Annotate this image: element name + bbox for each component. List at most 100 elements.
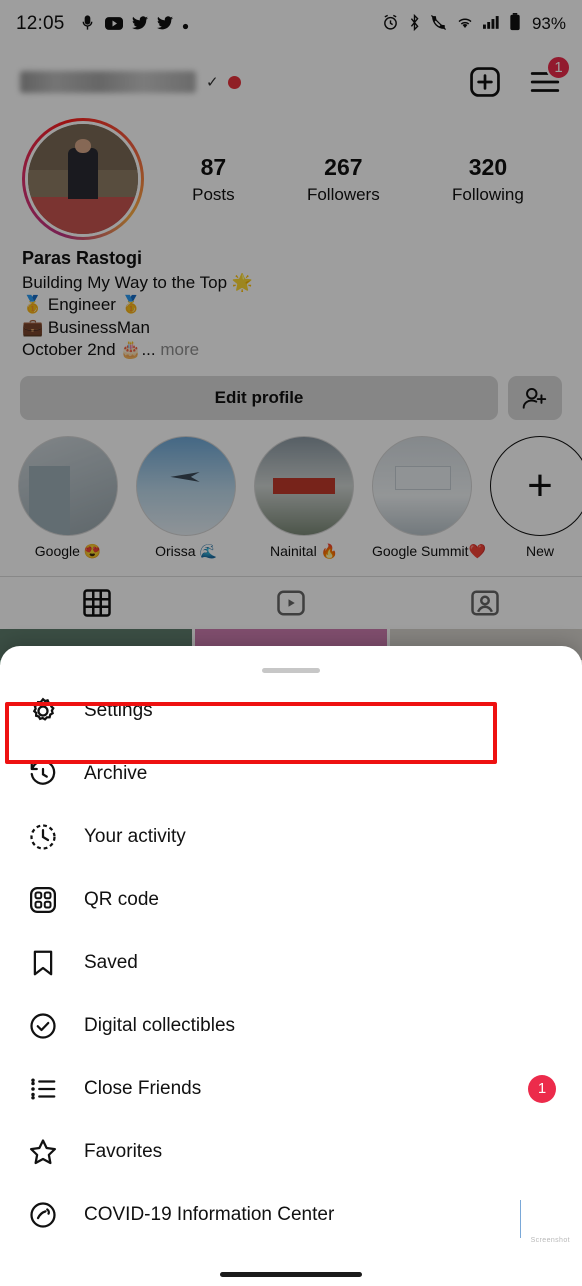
menu-label: COVID-19 Information Center [84,1203,335,1225]
bio-line-2: 🥇 Engineer 🥇 [22,295,142,315]
call-mute-icon [430,14,447,35]
menu-label: Favorites [84,1140,163,1162]
highlight-label: Google Summit❤️ [372,542,486,559]
status-bar: 12:05 93% [0,0,582,48]
profile-background: 12:05 93% ✓ 1 87 Posts 267 Followers 320… [0,0,582,665]
menu-item-settings[interactable]: Settings [0,679,582,742]
avatar-image [25,121,141,237]
close-friends-icon [24,1070,62,1108]
menu-label: Digital collectibles [84,1014,236,1036]
bio-more-link[interactable]: more [156,340,199,359]
highlight-label: Google 😍 [34,542,102,559]
menu-item-covid-information-center[interactable]: COVID-19 Information Center [0,1183,582,1246]
following-label: Following [452,184,524,204]
add-person-icon[interactable] [508,375,562,420]
menu-item-saved[interactable]: Saved [0,931,582,994]
battery-icon [509,13,521,35]
menu-label: Saved [84,951,138,973]
archive-clock-icon [24,755,62,793]
avatar[interactable] [22,118,144,240]
highlight-orissa[interactable]: Orissa 🌊 [136,435,236,560]
bio-line-3: 💼 BusinessMan [22,317,150,337]
home-indicator [220,1272,362,1277]
youtube-icon [104,15,123,34]
hamburger-badge: 1 [546,55,571,80]
bluetooth-icon [408,13,421,35]
story-highlights: Google 😍 Orissa 🌊 Nainital 🔥 Google Summ… [0,420,582,560]
watermark-text: Screenshot [530,1237,570,1244]
highlight-google[interactable]: Google 😍 [18,435,118,560]
highlight-cover [136,435,236,536]
wifi-icon [456,15,474,33]
plus-box-icon[interactable] [468,65,502,99]
podcast-icon [79,14,96,35]
followers-label: Followers [306,184,380,204]
plus-icon: + [490,435,582,536]
signal-icon [482,15,500,33]
hamburger-icon[interactable]: 1 [528,55,571,99]
display-name: Paras Rastogi [22,248,143,268]
following-count: 320 [468,153,508,180]
followers-count: 267 [324,153,363,180]
menu-item-digital-collectibles[interactable]: Digital collectibles [0,994,582,1057]
battery-percent: 93% [531,14,566,33]
menu-item-your-activity[interactable]: Your activity [0,805,582,868]
menu-label: Your activity [84,825,186,847]
bio-last-line: October 2nd 🎂... [22,340,156,360]
profile-tabs [0,575,582,629]
covid-info-icon [24,1196,62,1234]
digital-collectibles-icon [24,1007,62,1045]
highlight-nainital[interactable]: Nainital 🔥 [254,435,354,560]
tab-tagged[interactable] [388,577,582,629]
posts-count: 87 [200,153,227,180]
verified-tick: ✓ [206,74,219,91]
highlight-new[interactable]: + New [490,435,582,560]
status-left-icons [79,14,189,35]
settings-gear-icon [24,692,62,730]
menu-label: Close Friends [84,1077,202,1099]
highlight-cover [254,435,354,536]
bookmark-icon [24,944,62,982]
highlight-cover [372,435,472,536]
username-masked[interactable] [20,71,196,93]
menu-item-qr-code[interactable]: QR code [0,868,582,931]
qr-code-icon [24,881,62,919]
alarm-icon [382,14,399,35]
profile-header: ✓ 1 [0,48,582,110]
dot-icon [182,15,189,34]
highlight-cover [18,435,118,536]
twitter-icon [156,15,173,34]
menu-label: Settings [84,699,153,721]
stat-following[interactable]: 320 Following [452,154,524,205]
stat-followers[interactable]: 267 Followers [307,154,380,205]
menu-label: Archive [84,762,148,784]
highlight-label: New [525,542,554,559]
profile-stats-row: 87 Posts 267 Followers 320 Following [0,110,582,240]
close-friends-badge: 1 [528,1074,556,1103]
highlight-label: Nainital 🔥 [269,542,338,559]
highlight-google-summit[interactable]: Google Summit❤️ [372,435,486,560]
drag-handle[interactable] [262,668,320,673]
status-right-icons: 93% [382,13,566,35]
menu-label: QR code [84,888,159,910]
stat-posts[interactable]: 87 Posts [192,154,235,205]
status-time: 12:05 [16,13,65,34]
star-icon [24,1133,62,1171]
activity-clock-icon [24,818,62,856]
profile-button-row: Edit profile [0,362,582,420]
menu-item-close-friends[interactable]: Close Friends 1 [0,1057,582,1120]
tab-reels[interactable] [194,577,388,629]
highlight-label: Orissa 🌊 [155,542,217,559]
menu-item-favorites[interactable]: Favorites [0,1120,582,1183]
stats: 87 Posts 267 Followers 320 Following [156,154,560,205]
profile-header-actions: 1 [468,55,571,99]
bio-line-1: Building My Way to the Top 🌟 [22,273,253,292]
phone-screen: 12:05 93% ✓ 1 87 Posts 267 Followers 320… [0,0,582,1286]
edit-profile-button[interactable]: Edit profile [20,375,498,420]
posts-label: Posts [192,184,235,204]
status-dot [227,75,241,89]
twitter-icon [131,15,148,34]
menu-item-archive[interactable]: Archive [0,742,582,805]
watermark-line [520,1200,521,1238]
tab-grid[interactable] [0,577,194,629]
